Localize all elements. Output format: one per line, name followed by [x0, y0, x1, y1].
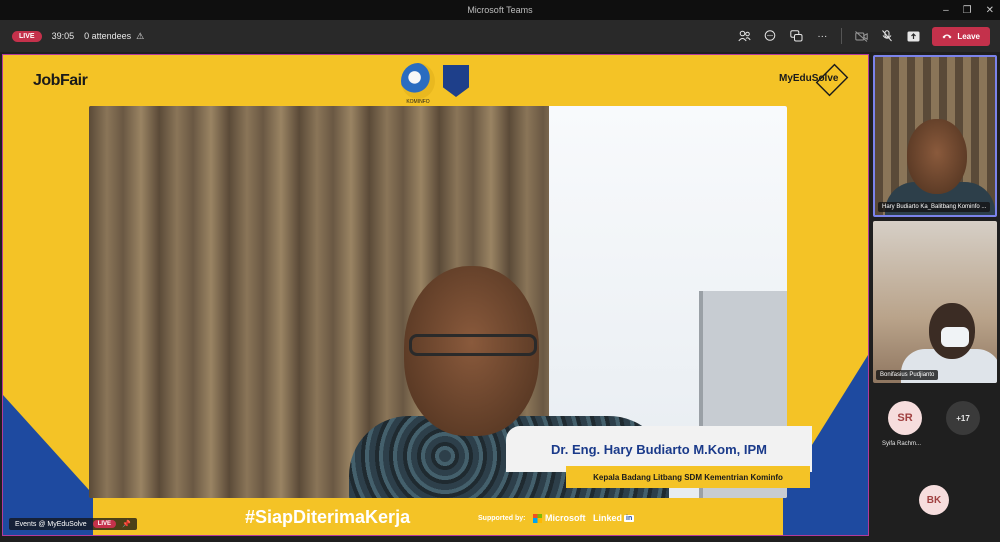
attendee-count: 0 attendees — [84, 31, 132, 41]
window-title: Microsoft Teams — [467, 5, 533, 15]
linkedin-in-icon: in — [624, 514, 635, 522]
event-name: Events @ MyEduSolve — [15, 520, 87, 528]
window-titlebar: Microsoft Teams – ❐ ✕ — [0, 0, 1000, 20]
meeting-timer: 39:05 — [51, 31, 75, 41]
microsoft-label: Microsoft — [545, 513, 586, 523]
microsoft-logo: Microsoft — [533, 513, 586, 523]
window-controls: – ❐ ✕ — [943, 0, 994, 20]
banner-blue-left — [3, 395, 93, 535]
more-options-icon[interactable]: ··· — [815, 29, 829, 43]
microsoft-grid-icon — [533, 513, 542, 523]
event-hashtag: #SiapDiterimaKerja — [245, 507, 411, 527]
main-stage: JobFair KOMINFO MyEduSolve Dr. Eng. Hary… — [2, 54, 869, 536]
pin-icon[interactable]: 📌 — [122, 520, 131, 528]
linkedin-label: Linked — [593, 513, 623, 523]
partner-logos: KOMINFO — [401, 63, 469, 105]
avatar-sr-name: Syifa Rachm... — [882, 441, 922, 447]
toolbar-actions: ··· Leave — [737, 20, 990, 52]
phone-hangup-icon — [942, 32, 952, 41]
leave-label: Leave — [957, 31, 980, 41]
speaker-glasses — [409, 334, 537, 356]
toolbar-separator — [841, 28, 843, 44]
chat-icon[interactable] — [763, 29, 777, 43]
supported-by-label: Supported by: — [478, 515, 526, 522]
more-participants-button[interactable]: +17 — [946, 401, 980, 435]
tile2-mask — [941, 327, 969, 347]
qna-icon[interactable] — [789, 29, 803, 43]
avatar-sr[interactable]: SR — [888, 401, 922, 435]
mic-off-icon[interactable] — [880, 29, 894, 43]
event-live-badge: LIVE — [92, 520, 117, 528]
meeting-toolbar: LIVE 39:05 0 attendees ⚠ ··· Leave — [0, 20, 1000, 52]
minimize-button[interactable]: – — [943, 5, 949, 16]
kominfo-logo-wrap: KOMINFO — [401, 63, 435, 105]
leave-button[interactable]: Leave — [932, 26, 990, 46]
speaker-title-plate: Kepala Badang Litbang SDM Kementrian Kom… — [566, 466, 810, 488]
linkedin-logo: Linked in — [593, 513, 635, 523]
tile1-head — [907, 119, 967, 194]
participant-tile-hary[interactable]: Hary Budiarto Ka_Balitbang Kominfo ... — [873, 55, 997, 217]
share-tray-icon[interactable] — [906, 29, 920, 43]
participants-icon[interactable] — [737, 29, 751, 43]
participant-panel: Hary Budiarto Ka_Balitbang Kominfo ... B… — [871, 54, 1000, 542]
event-overlay-label: Events @ MyEduSolve LIVE 📌 — [9, 518, 137, 530]
participant-tile-bonifasius[interactable]: Bonifasius Pudjianto — [873, 221, 997, 383]
myedusolve-logo-icon — [815, 63, 849, 97]
warning-icon[interactable]: ⚠ — [136, 31, 144, 42]
participant-name: Hary Budiarto Ka_Balitbang Kominfo ... — [878, 202, 991, 212]
jobfair-logo: JobFair — [33, 72, 88, 89]
close-button[interactable]: ✕ — [986, 5, 994, 16]
camera-off-icon[interactable] — [854, 29, 868, 43]
ministry-shield-icon — [443, 65, 469, 97]
live-badge: LIVE — [12, 30, 42, 42]
avatar-bk[interactable]: BK — [919, 485, 949, 515]
participant-name: Bonifasius Pudjianto — [876, 370, 939, 380]
maximize-button[interactable]: ❐ — [963, 5, 972, 16]
kominfo-logo-icon — [401, 63, 435, 99]
kominfo-label: KOMINFO — [406, 99, 430, 105]
